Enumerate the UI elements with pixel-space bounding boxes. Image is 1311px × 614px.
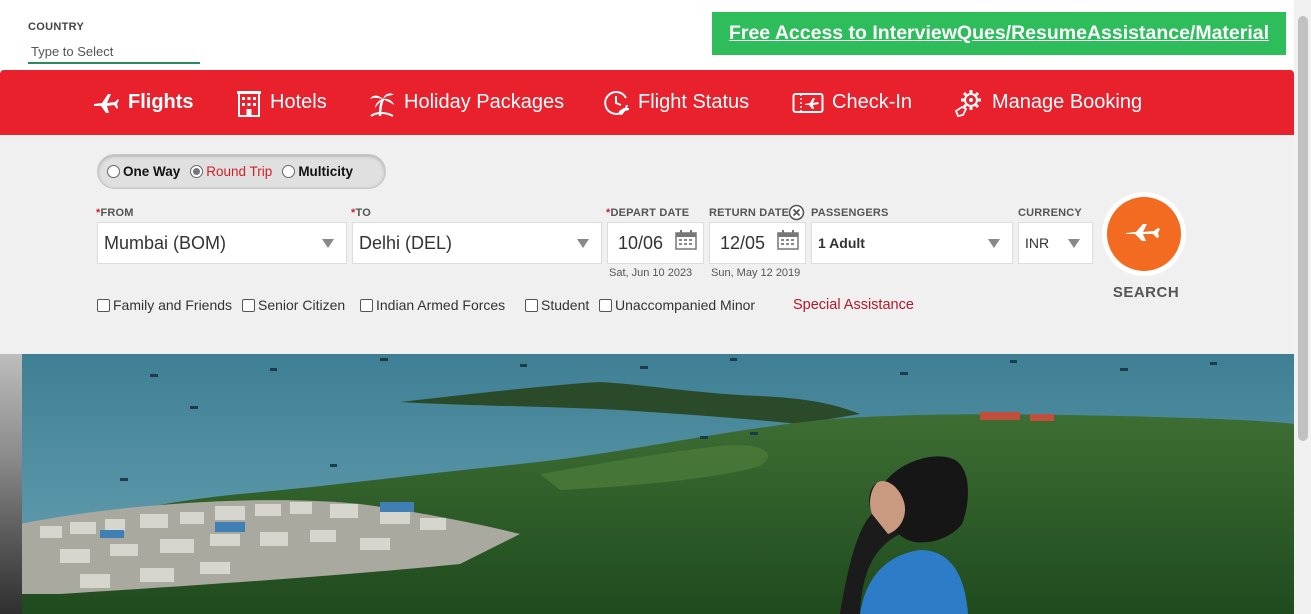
palm-tree-icon — [368, 89, 396, 117]
nav-manage-booking[interactable]: Manage Booking — [954, 70, 1142, 135]
chevron-down-icon — [577, 239, 589, 248]
checkbox-label: Unaccompanied Minor — [615, 297, 756, 313]
trip-option-label: Multicity — [298, 164, 354, 179]
checkbox-unaccompanied-minor[interactable]: Unaccompanied Minor — [599, 297, 755, 313]
hero-scene — [0, 354, 1294, 614]
trip-option-label: Round Trip — [206, 164, 273, 179]
return-date-field[interactable]: 12/05 — [709, 222, 806, 264]
passengers-select[interactable]: 1 Adult — [811, 222, 1013, 264]
currency-select[interactable]: INR — [1018, 222, 1093, 264]
search-label: SEARCH — [1112, 284, 1180, 301]
checkbox-student[interactable]: Student — [525, 297, 589, 313]
return-date-value: 12/05 — [720, 232, 766, 253]
gear-icon — [954, 89, 984, 117]
depart-date-label: *DEPART DATE — [606, 207, 690, 219]
to-select[interactable]: Delhi (DEL) — [352, 222, 602, 264]
depart-date-value: 10/06 — [618, 232, 664, 253]
depart-date-field[interactable]: 10/06 — [607, 222, 704, 264]
top-bar: COUNTRY Free Access to InterviewQues/Res… — [0, 0, 1311, 70]
nav-label: Hotels — [270, 91, 327, 113]
special-assistance-link[interactable]: Special Assistance — [793, 297, 914, 313]
radio-round-trip[interactable] — [190, 165, 204, 178]
passengers-value: 1 Adult — [818, 235, 865, 251]
page-scrollbar[interactable] — [1294, 0, 1311, 614]
search-button-inner[interactable] — [1107, 197, 1181, 271]
checkbox-armed-forces[interactable]: Indian Armed Forces — [360, 297, 505, 313]
main-nav: Flights Hotels Holiday Packages Flight S… — [0, 70, 1294, 135]
trip-type-selector: One Way Round Trip Multicity — [97, 154, 386, 189]
nav-holiday-packages[interactable]: Holiday Packages — [368, 70, 564, 135]
radio-multicity[interactable] — [282, 165, 296, 178]
from-value: Mumbai (BOM) — [104, 232, 227, 253]
chevron-down-icon — [322, 239, 334, 248]
hotel-icon — [236, 89, 262, 117]
checkbox-label: Family and Friends — [113, 297, 233, 313]
airplane-icon — [1123, 221, 1165, 248]
checkbox-label: Senior Citizen — [258, 297, 346, 313]
clock-plane-icon — [602, 89, 630, 117]
hero-image — [0, 354, 1294, 614]
checkbox-family-friends[interactable]: Family and Friends — [97, 297, 232, 313]
nav-label: Holiday Packages — [404, 91, 565, 113]
checkbox-box[interactable] — [242, 298, 255, 312]
passengers-label: PASSENGERS — [811, 207, 889, 219]
trip-multicity[interactable]: Multicity — [282, 164, 353, 179]
from-select[interactable]: Mumbai (BOM) — [97, 222, 347, 264]
promo-link[interactable]: Free Access to InterviewQues/ResumeAssis… — [729, 22, 1269, 45]
promo-banner: Free Access to InterviewQues/ResumeAssis… — [712, 12, 1286, 55]
search-button[interactable] — [1102, 192, 1186, 276]
calendar-icon[interactable] — [777, 230, 799, 255]
nav-flight-status[interactable]: Flight Status — [602, 70, 749, 135]
to-value: Delhi (DEL) — [359, 232, 453, 253]
nav-label: Flight Status — [638, 91, 750, 113]
country-label: COUNTRY — [28, 21, 85, 33]
currency-value: INR — [1025, 235, 1050, 251]
nav-label: Flights — [128, 91, 194, 113]
to-label: *TO — [351, 207, 371, 219]
depart-date-sub: Sat, Jun 10 2023 — [609, 267, 693, 279]
checkbox-senior-citizen[interactable]: Senior Citizen — [242, 297, 345, 313]
from-label: *FROM — [96, 207, 134, 219]
calendar-icon[interactable] — [675, 230, 697, 255]
chevron-down-icon — [988, 239, 1000, 248]
checkbox-box[interactable] — [599, 298, 612, 312]
nav-label: Manage Booking — [992, 91, 1143, 113]
nav-flights[interactable]: Flights — [92, 70, 194, 135]
ticket-icon — [792, 91, 824, 115]
checkbox-box[interactable] — [525, 298, 538, 312]
nav-hotels[interactable]: Hotels — [236, 70, 327, 135]
chevron-down-icon — [1068, 239, 1080, 248]
checkbox-label: Indian Armed Forces — [376, 297, 506, 313]
return-date-sub: Sun, May 12 2019 — [711, 267, 801, 279]
currency-label: CURRENCY — [1018, 207, 1082, 219]
hero-side-image — [0, 354, 22, 614]
trip-one-way[interactable]: One Way — [107, 164, 180, 179]
nav-label: Check-In — [832, 91, 913, 113]
checkbox-box[interactable] — [97, 298, 110, 312]
country-input[interactable] — [28, 40, 200, 64]
return-date-label: RETURN DATE — [709, 207, 790, 219]
checkbox-label: Student — [541, 297, 590, 313]
trip-option-label: One Way — [123, 164, 181, 179]
airplane-icon — [92, 91, 120, 115]
trip-round-trip[interactable]: Round Trip — [190, 164, 272, 179]
nav-check-in[interactable]: Check-In — [792, 70, 912, 135]
checkbox-box[interactable] — [360, 298, 373, 312]
radio-one-way[interactable] — [107, 165, 120, 178]
scrollbar-thumb[interactable] — [1298, 16, 1308, 441]
